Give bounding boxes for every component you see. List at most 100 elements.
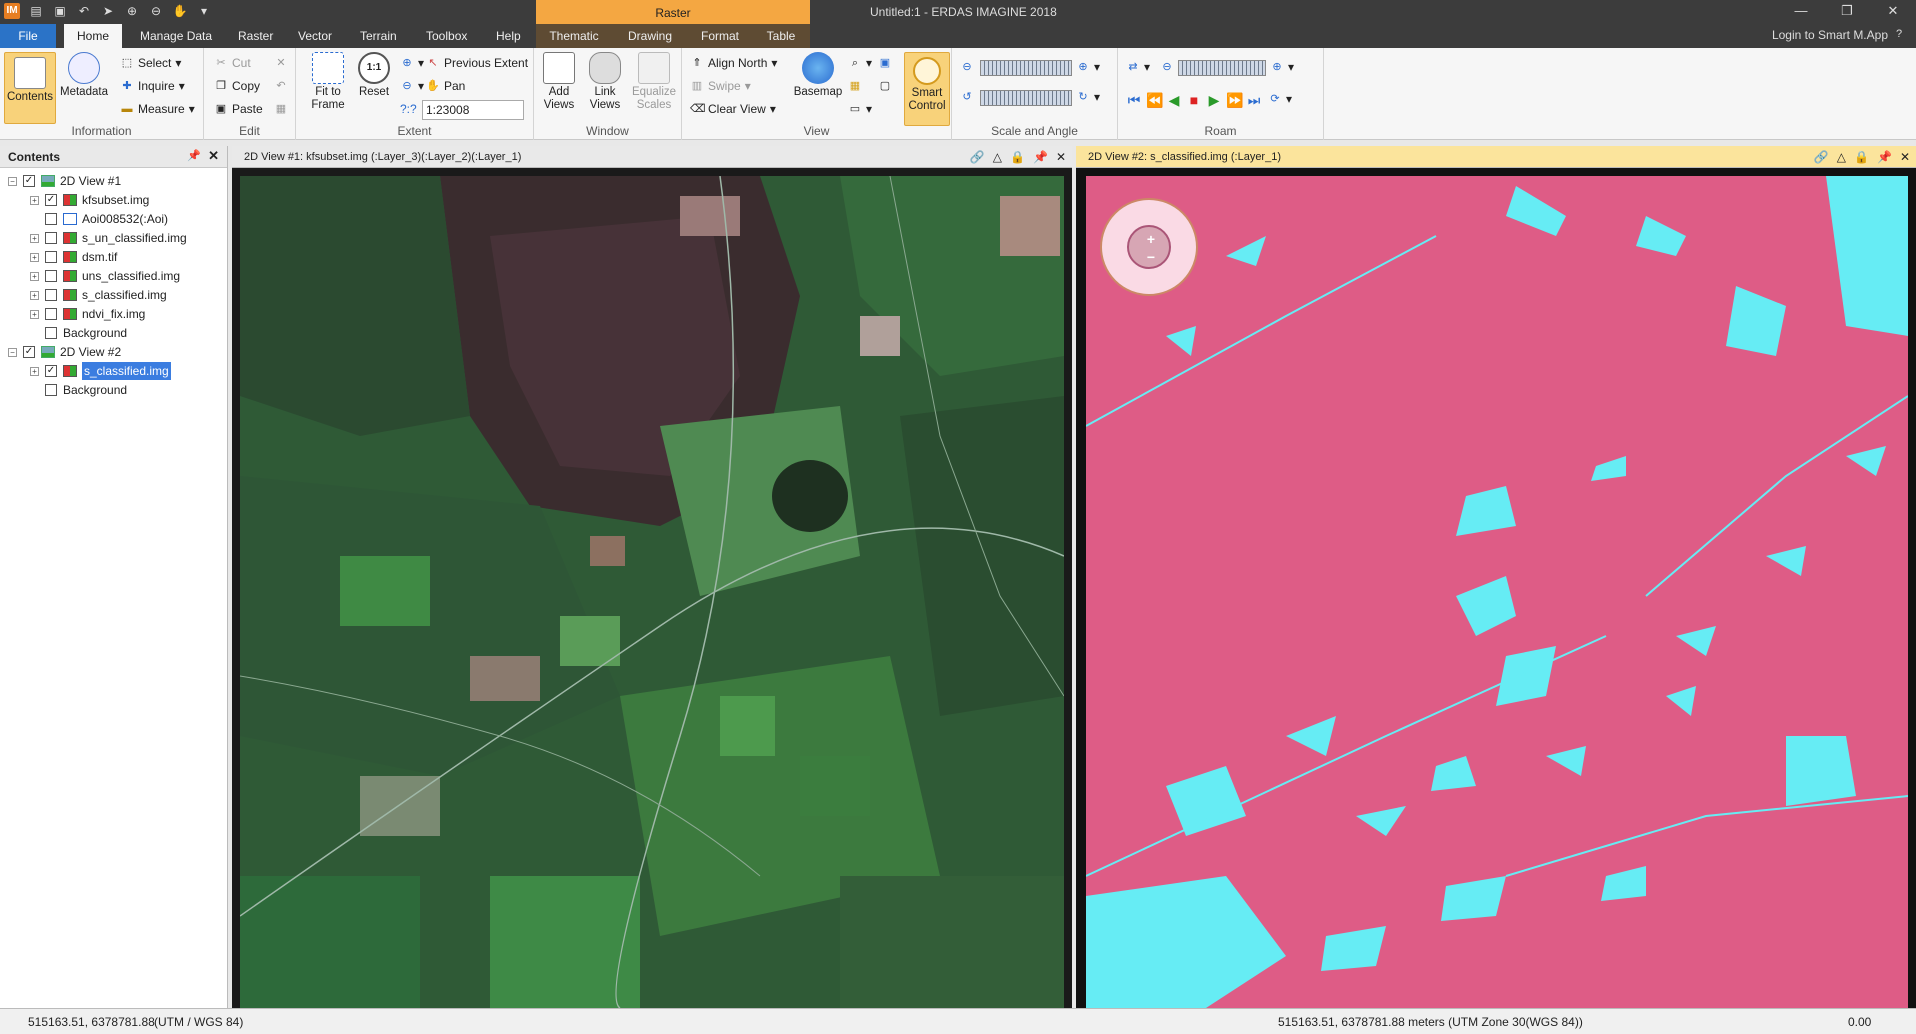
measure-button[interactable]: ▬ Measure ▾ <box>120 102 195 116</box>
app-logo-icon[interactable]: IM <box>4 3 20 19</box>
equalize-scales-button[interactable]: Equalize Scales <box>630 52 678 112</box>
tab-format[interactable]: Format <box>688 24 752 48</box>
clear-view-button[interactable]: ⌫ Clear View ▾ <box>690 102 776 116</box>
view-frame-button[interactable]: ▢ <box>878 79 892 93</box>
zoom-out-icon[interactable]: ⊖ <box>148 3 164 19</box>
close-icon[interactable]: ✕ <box>1900 146 1910 168</box>
close-icon[interactable]: ✕ <box>1056 146 1066 168</box>
tab-toolbox[interactable]: Toolbox <box>418 24 475 48</box>
zoom-in-icon[interactable]: + <box>1144 232 1158 246</box>
collapse-icon[interactable]: − <box>8 176 17 186</box>
zoom-dropdown-button[interactable]: ⊕ ▾ <box>400 56 424 70</box>
satellite-image-canvas[interactable] <box>240 176 1064 1008</box>
inquire-button[interactable]: ✚ Inquire ▾ <box>120 79 184 93</box>
checkbox[interactable] <box>45 232 57 244</box>
login-link[interactable]: Login to Smart M.App <box>1772 28 1888 42</box>
collapse-icon[interactable]: − <box>8 347 17 357</box>
pin-icon[interactable]: 📌 <box>187 149 201 162</box>
checkbox[interactable] <box>45 251 57 263</box>
tree-view2[interactable]: − ✓ 2D View #2 <box>8 343 121 361</box>
save-icon[interactable]: ▣ <box>52 3 68 19</box>
tree-view1[interactable]: − ✓ 2D View #1 <box>8 172 121 190</box>
play-icon[interactable]: ▶ <box>1206 92 1222 108</box>
roam-speed-slider[interactable] <box>1178 60 1266 76</box>
checkbox[interactable]: ✓ <box>45 365 57 377</box>
tree-layer[interactable]: + ndvi_fix.img <box>30 305 145 323</box>
tree-layer[interactable]: + ✓ s_classified.img <box>30 362 171 380</box>
background-color-button[interactable]: ▭ ▾ <box>848 102 872 116</box>
expand-icon[interactable]: + <box>30 290 39 300</box>
undo-button[interactable]: ↶ <box>274 79 288 93</box>
fast-forward-icon[interactable]: ⏩ <box>1226 92 1243 108</box>
copy-button[interactable]: ❐ Copy <box>214 79 260 93</box>
view-options-button[interactable]: ▣ <box>878 56 892 70</box>
tab-table[interactable]: Table <box>752 24 810 48</box>
warning-icon[interactable]: △ <box>1837 146 1846 168</box>
expand-icon[interactable]: + <box>30 195 39 205</box>
close-icon[interactable]: ✕ <box>208 148 219 164</box>
paste-button[interactable]: ▣ Paste <box>214 102 263 116</box>
link-icon[interactable]: 🔗 <box>1814 146 1829 168</box>
tab-drawing[interactable]: Drawing <box>612 24 688 48</box>
checkbox[interactable] <box>45 308 57 320</box>
checkbox[interactable] <box>45 384 57 396</box>
tab-terrain[interactable]: Terrain <box>352 24 405 48</box>
customize-icon[interactable]: ▾ <box>196 3 212 19</box>
lock-icon[interactable]: 🔒 <box>1854 146 1869 168</box>
zoom-out-scale-icon[interactable]: ⊖ <box>960 60 974 74</box>
pan-icon[interactable]: ✋ <box>172 3 188 19</box>
fit-to-frame-button[interactable]: Fit to Frame <box>304 52 352 112</box>
tree-layer[interactable]: Background <box>45 381 127 399</box>
checkbox[interactable]: ✓ <box>23 346 35 358</box>
checkbox[interactable]: ✓ <box>45 194 57 206</box>
zoom-out-dropdown-button[interactable]: ⊖ ▾ <box>400 79 424 93</box>
zoom-in-scale-icon[interactable]: ⊕ ▾ <box>1076 60 1100 74</box>
minimize-icon[interactable]: — <box>1778 0 1824 24</box>
tree-layer[interactable]: + dsm.tif <box>30 248 117 266</box>
pan-button[interactable]: ✋ Pan <box>426 79 465 93</box>
tree-layer[interactable]: + uns_classified.img <box>30 267 180 285</box>
pointer-icon[interactable]: ➤ <box>100 3 116 19</box>
scale-input[interactable]: 1:23008 <box>422 100 524 120</box>
rotate-left-icon[interactable]: ↺ <box>960 90 974 104</box>
classified-image-canvas[interactable]: + − <box>1086 176 1908 1008</box>
tree-layer[interactable]: + s_classified.img <box>30 286 167 304</box>
pin-icon[interactable]: 📌 <box>1877 146 1892 168</box>
checkbox[interactable]: ✓ <box>23 175 35 187</box>
tab-help[interactable]: Help <box>488 24 529 48</box>
checkbox[interactable] <box>45 270 57 282</box>
metadata-button[interactable]: Metadata <box>58 52 110 99</box>
add-views-button[interactable]: Add Views <box>538 52 580 112</box>
reset-button[interactable]: 1:1 Reset <box>354 52 394 99</box>
tree-layer[interactable]: Aoi008532(:Aoi) <box>45 210 168 228</box>
link-views-button[interactable]: Link Views <box>584 52 626 112</box>
restore-icon[interactable]: ❐ <box>1824 0 1870 24</box>
roam-mode-icon[interactable]: ⇄ ▾ <box>1126 60 1150 74</box>
zoom-in-icon[interactable]: ⊕ <box>124 3 140 19</box>
tree-layer[interactable]: + ✓ kfsubset.img <box>30 191 149 209</box>
rotate-right-icon[interactable]: ↻ ▾ <box>1076 90 1100 104</box>
checkbox[interactable] <box>45 327 57 339</box>
select-button[interactable]: ⬚ Select ▾ <box>120 56 182 70</box>
close-icon[interactable]: ✕ <box>1870 0 1916 24</box>
checkbox[interactable] <box>45 289 57 301</box>
expand-icon[interactable]: + <box>30 366 39 376</box>
tab-thematic[interactable]: Thematic <box>536 24 612 48</box>
scale-slider[interactable] <box>980 60 1072 76</box>
tab-vector[interactable]: Vector <box>290 24 340 48</box>
roam-options-icon[interactable]: ⟳ ▾ <box>1268 92 1292 106</box>
expand-icon[interactable]: + <box>30 233 39 243</box>
pin-icon[interactable]: 📌 <box>1033 146 1048 168</box>
expand-icon[interactable]: + <box>30 309 39 319</box>
expand-icon[interactable]: + <box>30 271 39 281</box>
play-reverse-icon[interactable]: ◀ <box>1166 92 1182 108</box>
contents-button[interactable]: Contents <box>4 52 56 124</box>
delete-button[interactable]: ✕ <box>274 56 288 70</box>
swipe-button[interactable]: ▥ Swipe ▾ <box>690 79 751 93</box>
tree-layer[interactable]: Background <box>45 324 127 342</box>
align-north-button[interactable]: ⇑ Align North ▾ <box>690 56 777 70</box>
checkbox[interactable] <box>45 213 57 225</box>
properties-button[interactable]: ▦ <box>274 102 288 116</box>
previous-extent-button[interactable]: ↖ Previous Extent <box>426 56 528 70</box>
expand-icon[interactable]: + <box>30 252 39 262</box>
